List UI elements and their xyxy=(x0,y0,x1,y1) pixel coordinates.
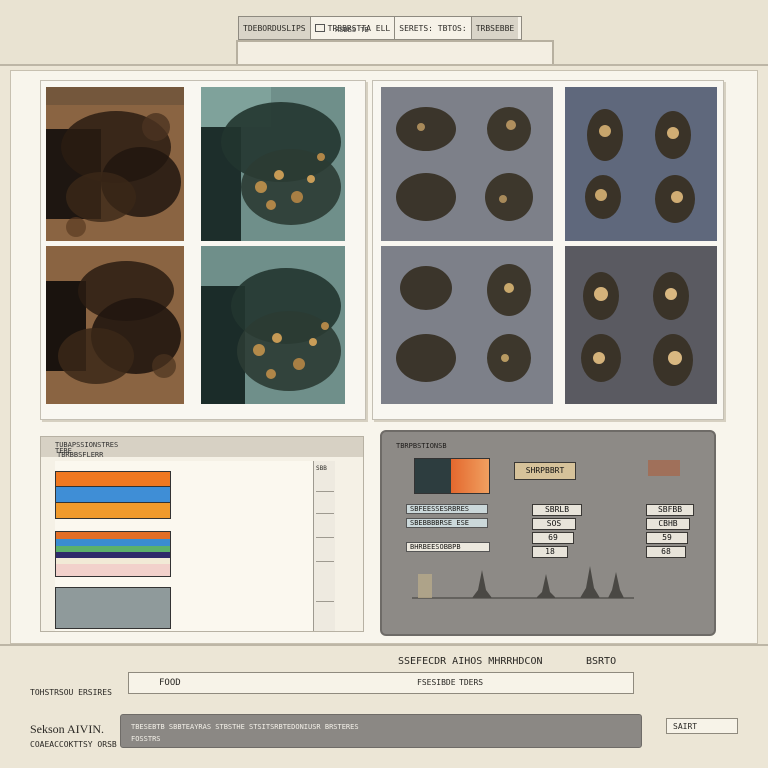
scroll-label: SBB xyxy=(316,465,327,472)
row-label-3[interactable]: BHRBEESOBBPB xyxy=(406,542,490,552)
corner-button[interactable]: SAIRT xyxy=(666,718,738,734)
signal-plot xyxy=(412,566,634,599)
title-segment-3[interactable]: SERETS: TBTOS: xyxy=(395,17,472,39)
band-blue xyxy=(55,487,171,503)
app-sub: COAEACCOKTTSY ORSB xyxy=(30,740,117,749)
band-orange xyxy=(55,471,171,487)
mid-value-1[interactable]: 69 xyxy=(532,532,574,544)
accent-chip[interactable] xyxy=(648,460,680,476)
bottom-left-label: TOHSTRSOU ERSIRES xyxy=(30,688,112,697)
band-grey xyxy=(55,587,171,629)
corner-button-label: SAIRT xyxy=(673,722,698,731)
band-amber xyxy=(55,503,171,519)
thumb-brown-map-bottom[interactable] xyxy=(46,246,184,404)
thumb-grey-specimen-bottom[interactable] xyxy=(381,246,553,404)
thumb-teal-map-bottom[interactable] xyxy=(201,246,345,404)
spectrum-canvas[interactable]: TBRBBSFLERR xyxy=(55,451,331,631)
control-panel: TBRPBSTIONSB SHRPBBRT SBFEESSESRBRES SBE… xyxy=(380,430,716,636)
thumb-dark-specimen-bottom[interactable] xyxy=(565,246,717,404)
plot-peak-2 xyxy=(536,574,556,598)
right-value-1[interactable]: 59 xyxy=(646,532,688,544)
spectrum-legend-label: TBRBBSFLERR xyxy=(57,451,104,459)
spectrum-scrollbar[interactable]: SBB xyxy=(313,461,335,631)
mid-button-1[interactable]: SBRLB xyxy=(532,504,582,516)
band-group-top xyxy=(55,471,171,521)
band-group-middle xyxy=(55,531,171,577)
status-text: TBESEBTB SBBTEAYRAS STBSTHE STSITSRBTEDO… xyxy=(131,723,359,731)
right-value-2[interactable]: 68 xyxy=(646,546,686,558)
right-button-1[interactable]: SBFBB xyxy=(646,504,694,516)
plot-peak-1 xyxy=(472,570,492,598)
right-button-2[interactable]: CBHB xyxy=(646,518,690,530)
left-image-panel xyxy=(40,80,366,420)
bottom-input-field[interactable]: FOOD FSESIBDE TDERS xyxy=(128,672,634,694)
row-label-2: SBEBBBBRSE ESE xyxy=(406,518,488,528)
plot-peak-3 xyxy=(580,566,600,598)
right-image-panel xyxy=(372,80,724,420)
field-value: FOOD xyxy=(159,678,181,688)
title-sub: RSBES TB xyxy=(335,26,369,34)
bottom-headline-right: BSRTO xyxy=(586,656,617,667)
field-mid2: TDERS xyxy=(459,678,484,687)
app-name: Sekson AIVIN. xyxy=(30,722,104,736)
color-swatch[interactable] xyxy=(414,458,490,494)
tab-notch xyxy=(236,40,554,64)
control-title: TBRPBSTIONSB xyxy=(396,442,447,450)
status-field[interactable]: TBESEBTB SBBTEAYRAS STBSTHE STSITSRBTEDO… xyxy=(120,714,642,748)
thumb-grey-specimen-top[interactable] xyxy=(381,87,553,241)
thumb-blue-specimen-top[interactable] xyxy=(565,87,717,241)
title-segment-1[interactable]: TDEBORDUSLIPS xyxy=(239,17,311,39)
title-segment-4[interactable]: TRBSEBBE xyxy=(471,17,519,39)
thumb-teal-map-top[interactable] xyxy=(201,87,345,241)
mid-button-2[interactable]: SOS xyxy=(532,518,576,530)
thumb-brown-map-top[interactable] xyxy=(46,87,184,241)
plot-peak-4 xyxy=(608,572,624,598)
spectrum-panel: TUBAPSSIONSTRES TEBE TBRBBSFLERR SBB xyxy=(40,436,364,632)
swatch-label[interactable]: SHRPBBRT xyxy=(514,462,576,480)
status-sub: FOSSTRS xyxy=(131,735,161,743)
title-strip[interactable]: TDEBORDUSLIPS TRBBRSTTA ELL SERETS: TBTO… xyxy=(238,16,522,40)
bottom-bar xyxy=(0,644,768,768)
plot-marker xyxy=(418,574,432,598)
field-mid: FSESIBDE xyxy=(417,678,456,687)
mid-value-2[interactable]: 18 xyxy=(532,546,568,558)
bottom-headline: SSEFECDR AIHOS MHRRHDCON xyxy=(398,656,543,667)
window-icon xyxy=(314,24,325,32)
row-label-1: SBFEESSESRBRES xyxy=(406,504,488,514)
